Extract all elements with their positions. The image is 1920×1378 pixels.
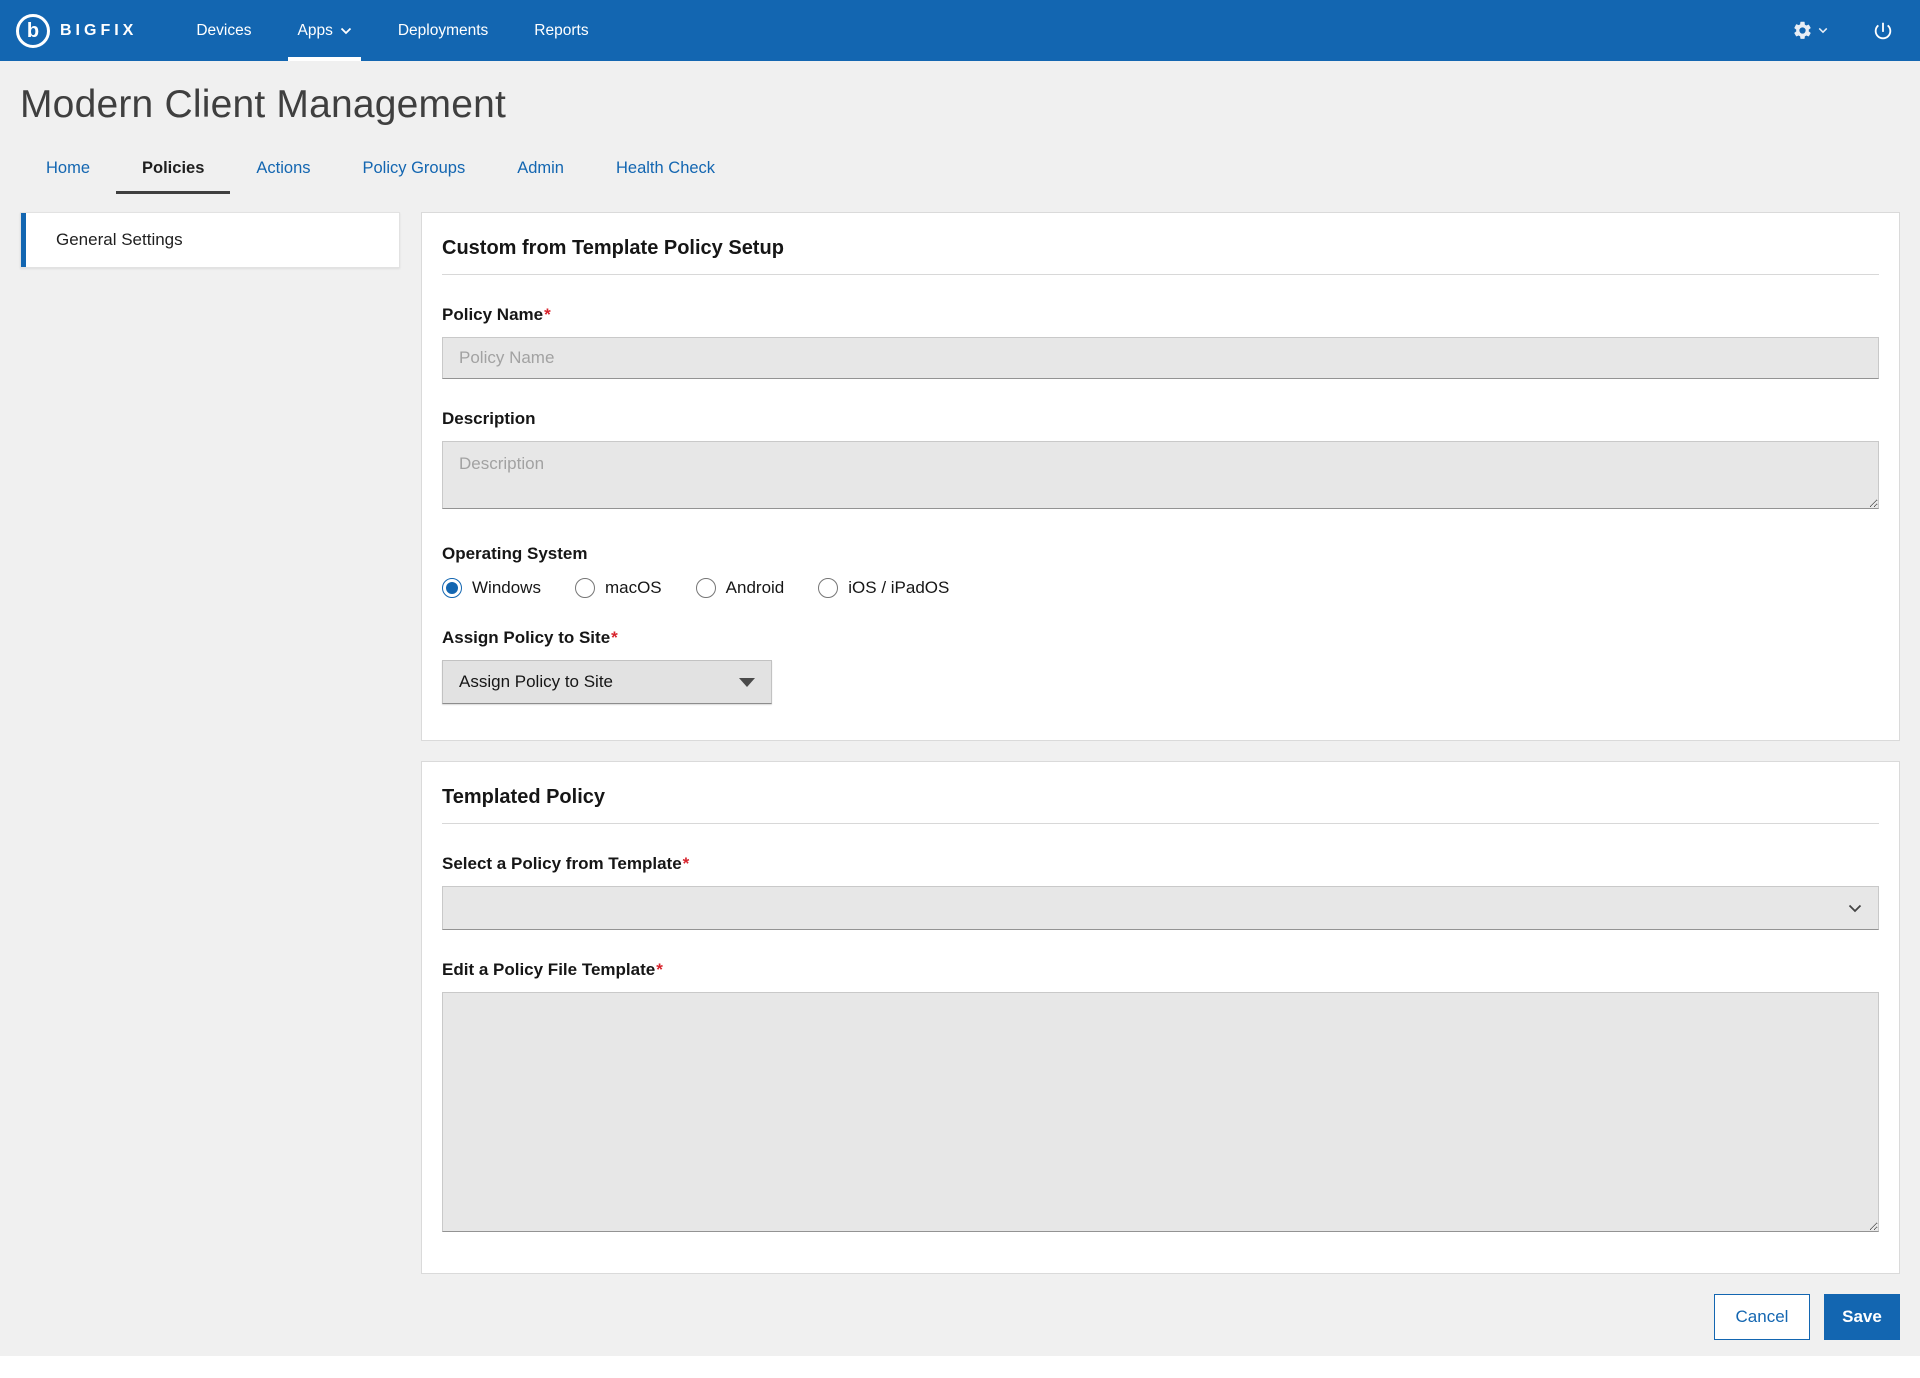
assign-site-group: Assign Policy to Site* Assign Policy to … (442, 628, 1879, 704)
policy-name-group: Policy Name* (442, 305, 1879, 379)
os-option-label: Windows (472, 578, 541, 598)
policy-name-input[interactable] (442, 337, 1879, 379)
bigfix-logo[interactable]: b BIGFIX (16, 0, 137, 61)
required-asterisk: * (683, 854, 690, 873)
description-group: Description (442, 409, 1879, 514)
description-textarea[interactable] (442, 441, 1879, 509)
tab-bar: Home Policies Actions Policy Groups Admi… (0, 147, 1920, 194)
template-editor-label: Edit a Policy File Template* (442, 960, 1879, 980)
power-icon (1872, 20, 1894, 42)
dropdown-arrow-icon (739, 678, 755, 687)
sidebar-item-label: General Settings (56, 230, 183, 250)
operating-system-label: Operating System (442, 544, 1879, 564)
required-asterisk: * (544, 305, 551, 324)
settings-sidebar: General Settings (20, 212, 400, 268)
tab-policy-groups[interactable]: Policy Groups (337, 147, 492, 194)
os-option-windows[interactable]: Windows (442, 578, 541, 598)
template-editor-textarea[interactable] (442, 992, 1879, 1232)
custom-template-policy-setup-card: Custom from Template Policy Setup Policy… (421, 212, 1900, 741)
template-editor-group: Edit a Policy File Template* (442, 960, 1879, 1237)
os-option-macos[interactable]: macOS (575, 578, 662, 598)
tab-home[interactable]: Home (20, 147, 116, 194)
save-button[interactable]: Save (1824, 1294, 1900, 1340)
field-label-text: Assign Policy to Site (442, 628, 610, 647)
gear-icon (1792, 20, 1813, 41)
content-area: General Settings Custom from Template Po… (0, 194, 1920, 1340)
sidebar-item-general-settings[interactable]: General Settings (21, 213, 399, 267)
os-radio[interactable] (696, 578, 716, 598)
top-nav-bar: b BIGFIX Devices Apps Deployments Report… (0, 0, 1920, 61)
operating-system-group: Operating System Windows macOS Android (442, 544, 1879, 598)
nav-item-apps[interactable]: Apps (274, 0, 374, 61)
field-label-text: Edit a Policy File Template (442, 960, 655, 979)
page-bottom-strip (0, 1356, 1920, 1378)
settings-menu-button[interactable] (1792, 20, 1828, 41)
logout-power-button[interactable] (1872, 20, 1894, 42)
os-radio[interactable] (575, 578, 595, 598)
form-actions: Cancel Save (421, 1294, 1900, 1340)
os-radio[interactable] (442, 578, 462, 598)
tab-health-check[interactable]: Health Check (590, 147, 741, 194)
tab-admin[interactable]: Admin (491, 147, 590, 194)
nav-item-label: Deployments (398, 22, 488, 40)
assign-site-dropdown[interactable]: Assign Policy to Site (442, 660, 772, 704)
chevron-down-icon (340, 27, 352, 35)
chevron-down-icon (1818, 27, 1828, 34)
field-label-text: Select a Policy from Template (442, 854, 682, 873)
field-label-text: Description (442, 409, 536, 428)
nav-item-label: Devices (196, 22, 251, 40)
os-radio[interactable] (818, 578, 838, 598)
template-select-group: Select a Policy from Template* (442, 854, 1879, 930)
required-asterisk: * (611, 628, 618, 647)
nav-item-label: Apps (297, 22, 332, 40)
os-option-android[interactable]: Android (696, 578, 785, 598)
main-column: Custom from Template Policy Setup Policy… (421, 212, 1900, 1340)
policy-name-label: Policy Name* (442, 305, 1879, 325)
bigfix-logo-icon: b (16, 14, 50, 48)
nav-item-reports[interactable]: Reports (511, 0, 611, 61)
nav-item-label: Reports (534, 22, 588, 40)
assign-site-label: Assign Policy to Site* (442, 628, 1879, 648)
brand-name: BIGFIX (60, 22, 137, 40)
chevron-down-icon (1848, 904, 1862, 913)
main-navigation: Devices Apps Deployments Reports (173, 0, 611, 61)
field-label-text: Operating System (442, 544, 588, 563)
description-label: Description (442, 409, 1879, 429)
os-option-label: iOS / iPadOS (848, 578, 949, 598)
tab-actions[interactable]: Actions (230, 147, 336, 194)
templated-policy-card: Templated Policy Select a Policy from Te… (421, 761, 1900, 1274)
os-radio-group: Windows macOS Android iOS / iPadOS (442, 578, 1879, 598)
section-title-templated: Templated Policy (442, 786, 1879, 824)
assign-site-dropdown-value: Assign Policy to Site (459, 672, 613, 692)
section-title-setup: Custom from Template Policy Setup (442, 237, 1879, 275)
template-select-dropdown[interactable] (442, 886, 1879, 930)
os-option-ios-ipados[interactable]: iOS / iPadOS (818, 578, 949, 598)
required-asterisk: * (656, 960, 663, 979)
header-actions (1792, 0, 1894, 61)
page-title: Modern Client Management (0, 61, 1920, 133)
tab-policies[interactable]: Policies (116, 147, 230, 194)
cancel-button[interactable]: Cancel (1714, 1294, 1810, 1340)
nav-item-devices[interactable]: Devices (173, 0, 274, 61)
os-option-label: Android (726, 578, 785, 598)
template-select-label: Select a Policy from Template* (442, 854, 1879, 874)
field-label-text: Policy Name (442, 305, 543, 324)
nav-item-deployments[interactable]: Deployments (375, 0, 511, 61)
os-option-label: macOS (605, 578, 662, 598)
